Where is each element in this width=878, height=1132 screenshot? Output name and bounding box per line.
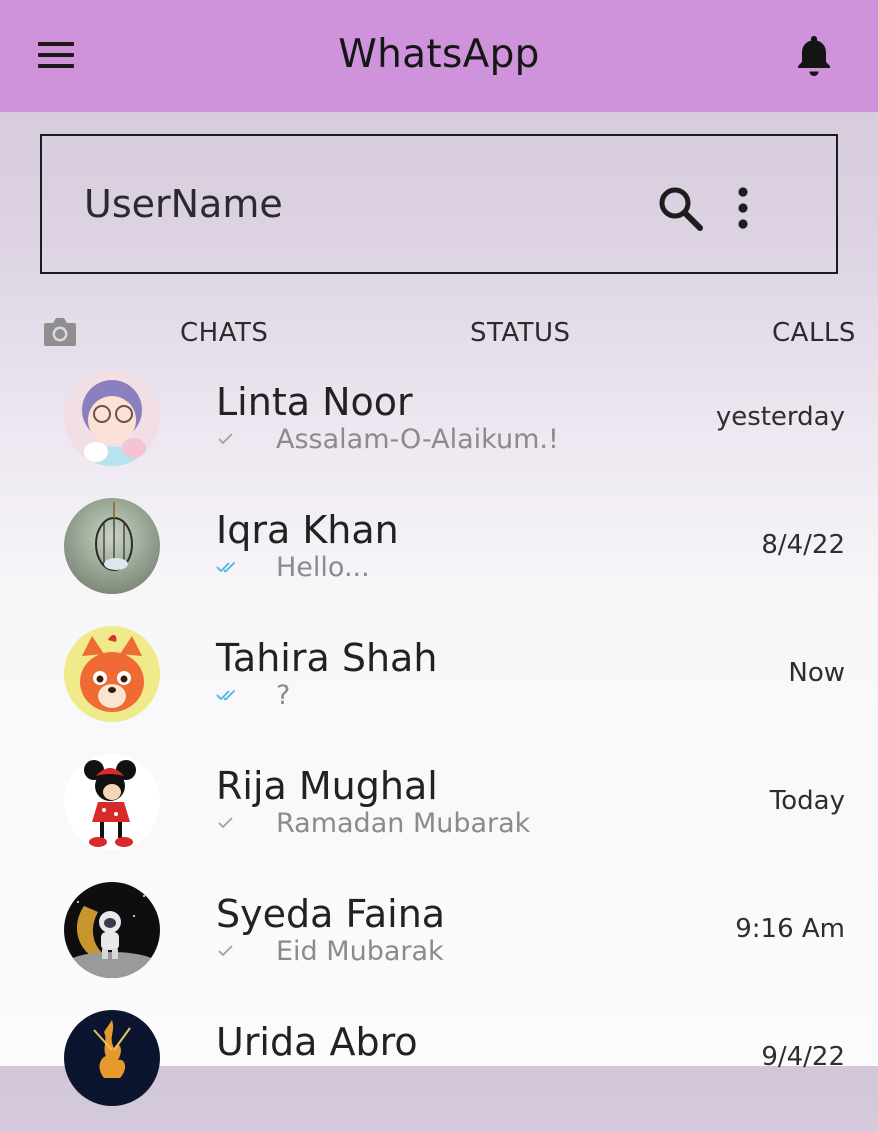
app-title: WhatsApp — [338, 32, 540, 77]
tab-status[interactable]: STATUS — [470, 318, 571, 348]
chat-name: Urida Abro — [216, 1020, 418, 1064]
avatar[interactable] — [64, 882, 160, 978]
chat-name: Syeda Faina — [216, 892, 446, 936]
chat-name: Rija Mughal — [216, 764, 438, 808]
chat-time: yesterday — [715, 402, 845, 432]
chat-item[interactable]: Urida Abro 9/4/22 — [0, 1004, 878, 1132]
chat-time: 9:16 Am — [735, 914, 845, 944]
camera-icon[interactable] — [42, 316, 78, 348]
chat-item[interactable]: Iqra Khan Hello... 8/4/22 — [0, 492, 878, 620]
tab-chats[interactable]: CHATS — [180, 318, 268, 348]
sent-tick-icon — [218, 817, 233, 829]
chat-message: Assalam-O-Alaikum.! — [276, 424, 559, 455]
chat-item[interactable]: Syeda Faina Eid Mubarak 9:16 Am — [0, 876, 878, 1004]
chat-time: Today — [769, 786, 845, 816]
app-bar: WhatsApp — [0, 0, 878, 112]
search-bar[interactable]: UserName — [40, 134, 838, 274]
chat-name: Tahira Shah — [216, 636, 438, 680]
chat-item[interactable]: Tahira Shah ? Now — [0, 620, 878, 748]
chat-time: 9/4/22 — [761, 1042, 845, 1072]
chat-message: Eid Mubarak — [276, 936, 444, 967]
avatar[interactable] — [64, 626, 160, 722]
read-tick-icon — [216, 561, 236, 573]
chat-time: Now — [788, 658, 845, 688]
bell-icon[interactable] — [794, 34, 834, 78]
chat-message: ? — [276, 680, 291, 711]
avatar[interactable] — [64, 754, 160, 850]
sent-tick-icon — [218, 433, 233, 445]
avatar[interactable] — [64, 498, 160, 594]
chat-item[interactable]: Linta Noor Assalam-O-Alaikum.! yesterday — [0, 364, 878, 492]
read-tick-icon — [216, 689, 236, 701]
more-options-icon[interactable] — [732, 186, 754, 230]
chat-name: Iqra Khan — [216, 508, 399, 552]
tab-calls[interactable]: CALLS — [772, 318, 856, 348]
chat-message: Hello... — [276, 552, 370, 583]
avatar[interactable] — [64, 370, 160, 466]
username-label: UserName — [84, 182, 283, 226]
avatar[interactable] — [64, 1010, 160, 1106]
sent-tick-icon — [218, 945, 233, 957]
tab-bar: CHATS STATUS CALLS — [0, 300, 878, 360]
search-icon[interactable] — [656, 184, 704, 232]
chat-message: Ramadan Mubarak — [276, 808, 531, 839]
chat-name: Linta Noor — [216, 380, 413, 424]
chat-list: Linta Noor Assalam-O-Alaikum.! yesterday — [0, 364, 878, 1132]
chat-item[interactable]: Rija Mughal Ramadan Mubarak Today — [0, 748, 878, 876]
chat-time: 8/4/22 — [761, 530, 845, 560]
